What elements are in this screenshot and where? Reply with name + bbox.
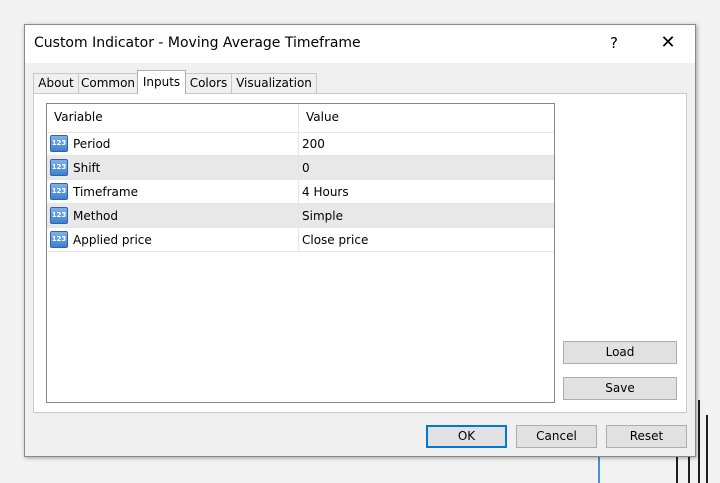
table-row[interactable]: 123 Applied price Close price: [47, 228, 554, 252]
table-row[interactable]: 123 Shift 0: [47, 156, 554, 180]
title-bar: Custom Indicator - Moving Average Timefr…: [25, 25, 695, 63]
column-divider: [298, 180, 299, 204]
inputs-tab-panel: Variable Value 123 Period 200 123 Shift …: [33, 93, 687, 413]
column-divider: [298, 156, 299, 180]
integer-type-icon: 123: [50, 207, 68, 224]
table-row[interactable]: 123 Period 200: [47, 132, 554, 156]
table-header: Variable Value: [47, 104, 554, 133]
variable-name: Applied price: [73, 233, 152, 247]
variable-name: Method: [73, 209, 119, 223]
variable-value[interactable]: 200: [302, 137, 325, 151]
window-title: Custom Indicator - Moving Average Timefr…: [34, 35, 361, 51]
cancel-button[interactable]: Cancel: [516, 425, 597, 448]
table-row[interactable]: 123 Timeframe 4 Hours: [47, 180, 554, 204]
background-chart-candle: [706, 415, 708, 483]
tab-common[interactable]: Common: [78, 73, 138, 93]
help-button[interactable]: ?: [601, 29, 627, 57]
tab-about[interactable]: About: [33, 73, 79, 93]
inputs-table[interactable]: Variable Value 123 Period 200 123 Shift …: [46, 103, 555, 403]
load-button[interactable]: Load: [563, 341, 677, 364]
background-chart-candle: [698, 400, 700, 483]
ok-button[interactable]: OK: [426, 425, 507, 448]
column-header-value[interactable]: Value: [306, 110, 339, 124]
integer-type-icon: 123: [50, 159, 68, 176]
column-divider: [298, 204, 299, 228]
column-divider: [298, 132, 299, 156]
variable-name: Shift: [73, 161, 101, 175]
reset-button[interactable]: Reset: [606, 425, 687, 448]
variable-value[interactable]: Simple: [302, 209, 343, 223]
custom-indicator-dialog: Custom Indicator - Moving Average Timefr…: [24, 24, 696, 457]
tab-colors[interactable]: Colors: [185, 73, 232, 93]
variable-value[interactable]: Close price: [302, 233, 368, 247]
tab-visualization[interactable]: Visualization: [231, 73, 317, 93]
background-chart-candle: [676, 455, 678, 483]
integer-type-icon: 123: [50, 183, 68, 200]
variable-value[interactable]: 0: [302, 161, 310, 175]
column-divider: [298, 228, 299, 252]
variable-value[interactable]: 4 Hours: [302, 185, 349, 199]
column-divider: [298, 104, 299, 132]
variable-name: Timeframe: [73, 185, 138, 199]
save-button[interactable]: Save: [563, 377, 677, 400]
table-row[interactable]: 123 Method Simple: [47, 204, 554, 228]
column-header-variable[interactable]: Variable: [54, 110, 103, 124]
close-button[interactable]: ✕: [651, 29, 685, 57]
integer-type-icon: 123: [50, 135, 68, 152]
integer-type-icon: 123: [50, 231, 68, 248]
variable-name: Period: [73, 137, 111, 151]
tab-inputs[interactable]: Inputs: [137, 70, 186, 94]
